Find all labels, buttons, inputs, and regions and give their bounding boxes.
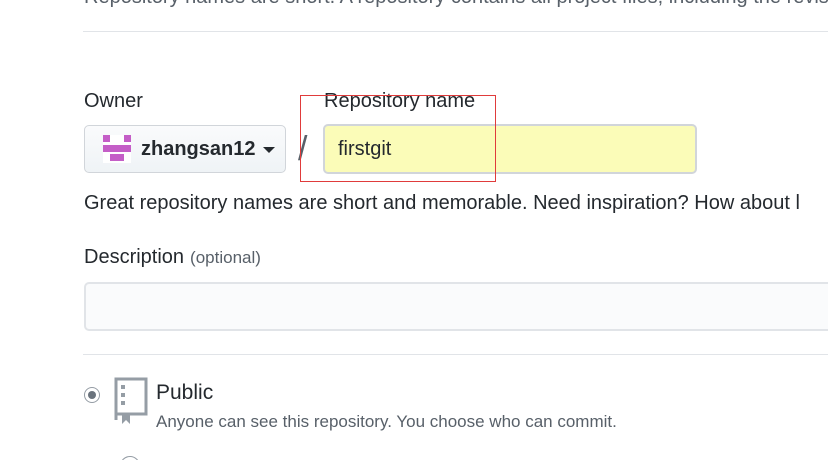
create-repository-form: Repository names are short. A repository… — [0, 0, 828, 460]
public-radio[interactable] — [84, 387, 100, 403]
repo-book-icon — [114, 377, 148, 424]
owner-label: Owner — [84, 90, 143, 112]
optional-tag: (optional) — [190, 248, 261, 267]
public-option-title: Public — [156, 381, 214, 404]
owner-dropdown-button[interactable]: zhangsan12 — [84, 125, 286, 173]
owner-repo-separator: / — [298, 130, 308, 168]
section-divider-visibility — [83, 354, 828, 355]
private-radio-peek[interactable] — [120, 456, 140, 460]
repository-name-input[interactable] — [323, 124, 697, 174]
avatar — [103, 135, 131, 163]
description-input[interactable] — [84, 282, 828, 331]
section-divider-top — [83, 31, 828, 32]
description-label: Description (optional) — [84, 246, 261, 269]
chevron-down-icon — [263, 147, 276, 153]
top-cut-off-text: Repository names are short. A repository… — [84, 0, 828, 9]
radio-selected-dot — [88, 391, 96, 399]
repository-name-hint: Great repository names are short and mem… — [84, 192, 800, 214]
public-option-description: Anyone can see this repository. You choo… — [156, 412, 617, 431]
repository-name-label: Repository name — [324, 90, 476, 112]
owner-name: zhangsan12 — [141, 137, 256, 160]
description-label-text: Description — [84, 246, 185, 268]
